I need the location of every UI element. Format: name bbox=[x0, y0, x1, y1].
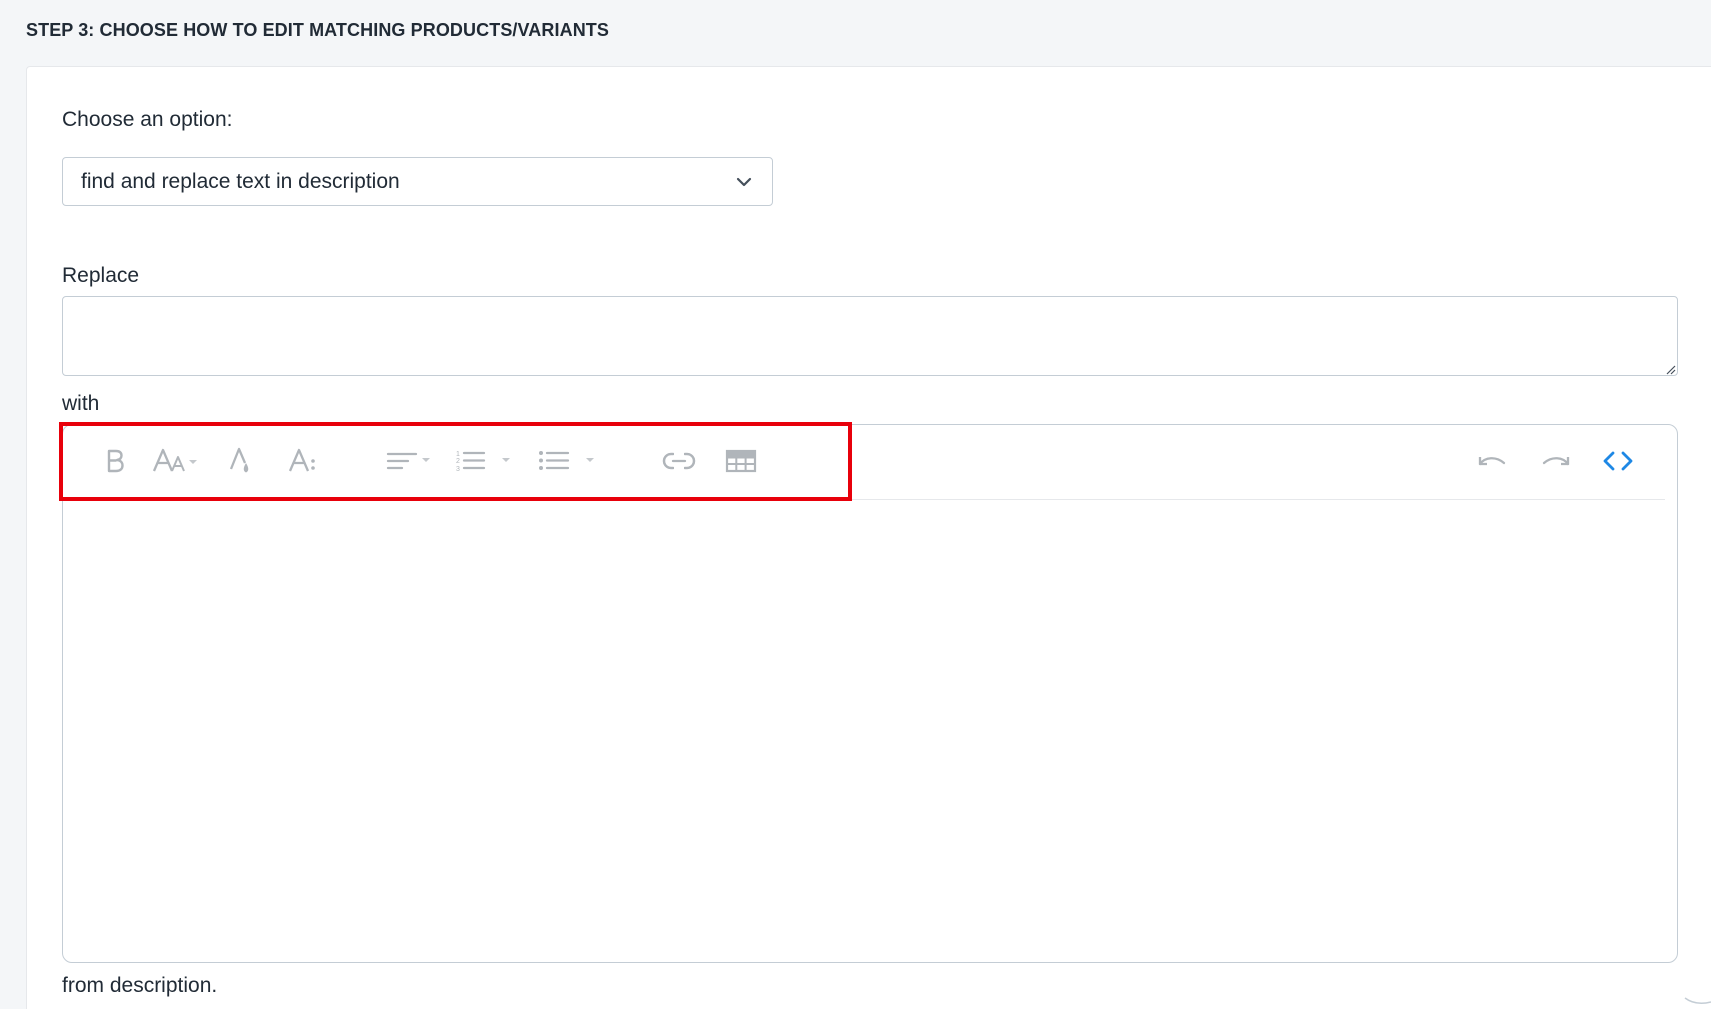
font-size-button[interactable] bbox=[151, 441, 203, 481]
insert-table-button[interactable] bbox=[721, 441, 761, 481]
bold-icon bbox=[104, 448, 126, 474]
editor-content-area[interactable] bbox=[63, 500, 1677, 962]
align-left-icon bbox=[386, 449, 434, 473]
font-size-icon bbox=[152, 447, 202, 475]
choose-option-label: Choose an option: bbox=[62, 108, 233, 131]
paragraph-format-icon bbox=[288, 447, 318, 475]
link-icon bbox=[662, 450, 696, 472]
redo-button[interactable] bbox=[1536, 441, 1576, 481]
text-color-icon bbox=[227, 445, 255, 477]
unordered-list-button[interactable] bbox=[537, 441, 603, 481]
bold-button[interactable] bbox=[97, 441, 133, 481]
unordered-list-icon bbox=[538, 448, 602, 474]
from-description-text: from description. bbox=[62, 974, 218, 997]
svg-text:2: 2 bbox=[456, 458, 460, 465]
insert-link-button[interactable] bbox=[659, 441, 699, 481]
resize-handle-icon[interactable] bbox=[1664, 362, 1676, 375]
ordered-list-button[interactable]: 123 bbox=[455, 441, 519, 481]
step-heading: STEP 3: CHOOSE HOW TO EDIT MATCHING PROD… bbox=[26, 20, 609, 40]
corner-mark bbox=[1683, 993, 1711, 1004]
with-label: with bbox=[62, 392, 100, 415]
svg-text:1: 1 bbox=[456, 451, 460, 458]
svg-text:3: 3 bbox=[456, 466, 460, 473]
code-view-icon bbox=[1601, 450, 1635, 472]
align-button[interactable] bbox=[385, 441, 435, 481]
ordered-list-icon: 123 bbox=[456, 448, 518, 474]
undo-button[interactable] bbox=[1472, 441, 1512, 481]
table-icon bbox=[725, 449, 757, 473]
chevron-down-icon bbox=[734, 172, 754, 192]
replace-input[interactable] bbox=[62, 296, 1678, 376]
edit-option-select-value: find and replace text in description bbox=[81, 169, 400, 193]
editor-toolbar: 123 bbox=[63, 425, 1677, 499]
text-color-button[interactable] bbox=[221, 441, 261, 481]
undo-icon bbox=[1476, 451, 1508, 471]
code-view-button[interactable] bbox=[1598, 441, 1638, 481]
redo-icon bbox=[1540, 451, 1572, 471]
rich-text-editor: 123 bbox=[62, 424, 1678, 963]
replace-field-wrapper bbox=[62, 296, 1678, 376]
paragraph-format-button[interactable] bbox=[283, 441, 323, 481]
edit-option-select[interactable]: find and replace text in description bbox=[62, 157, 773, 206]
replace-label: Replace bbox=[62, 264, 140, 287]
